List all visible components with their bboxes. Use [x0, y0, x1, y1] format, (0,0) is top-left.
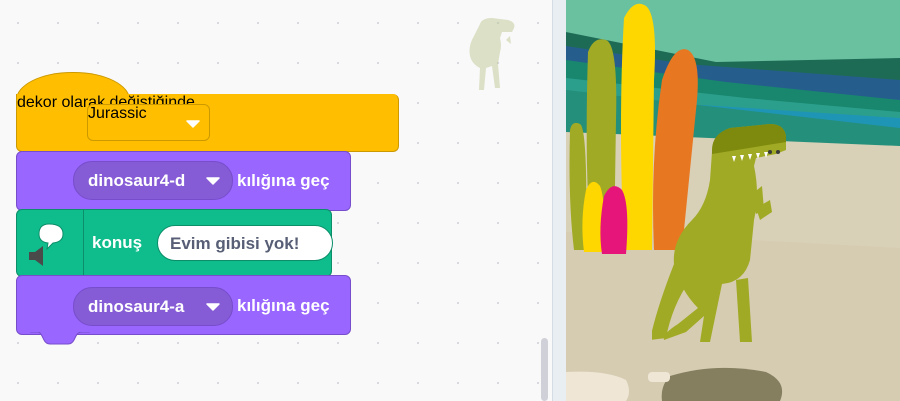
chevron-down-icon: [206, 303, 220, 311]
backdrop-dropdown[interactable]: Jurassic: [87, 104, 210, 141]
speak-block[interactable]: konuş Evim gibisi yok!: [16, 209, 333, 277]
speak-text-value: Evim gibisi yok!: [170, 234, 300, 253]
block-bottom-notch: [30, 332, 90, 345]
chevron-down-icon: [206, 177, 220, 185]
speech-bubble-icon: [29, 223, 64, 266]
switch-costume-block-2[interactable]: dinosaur4-a kılığına geç: [16, 275, 351, 335]
workspace-vertical-scrollbar[interactable]: [541, 338, 548, 401]
stage[interactable]: [566, 0, 900, 401]
speak-block-icon-area: [17, 210, 84, 276]
speak-label: konuş: [92, 233, 143, 252]
backdrop-dropdown-value: Jurassic: [88, 105, 147, 122]
switch-costume-1-suffix: kılığına geç: [237, 171, 330, 190]
costume-dropdown-2-value: dinosaur4-a: [88, 297, 185, 316]
costume-dropdown-1[interactable]: dinosaur4-d: [73, 161, 233, 200]
switch-costume-block-1[interactable]: dinosaur4-d kılığına geç: [16, 151, 351, 211]
backdrop-switch-hat-block[interactable]: dekor Jurassic olarak değiştiğinde: [16, 94, 399, 152]
code-workspace[interactable]: dekor Jurassic olarak değiştiğinde dinos…: [0, 0, 552, 401]
switch-costume-2-suffix: kılığına geç: [237, 296, 330, 315]
speak-text-input[interactable]: Evim gibisi yok!: [157, 225, 333, 261]
hat-prefix-label: dekor: [17, 94, 58, 111]
chevron-down-icon: [186, 120, 200, 128]
costume-dropdown-2[interactable]: dinosaur4-a: [73, 287, 233, 326]
dinosaur-sprite[interactable]: [652, 120, 822, 350]
costume-dropdown-1-value: dinosaur4-d: [88, 171, 186, 190]
dinosaur-sprite-icon: [469, 18, 515, 90]
